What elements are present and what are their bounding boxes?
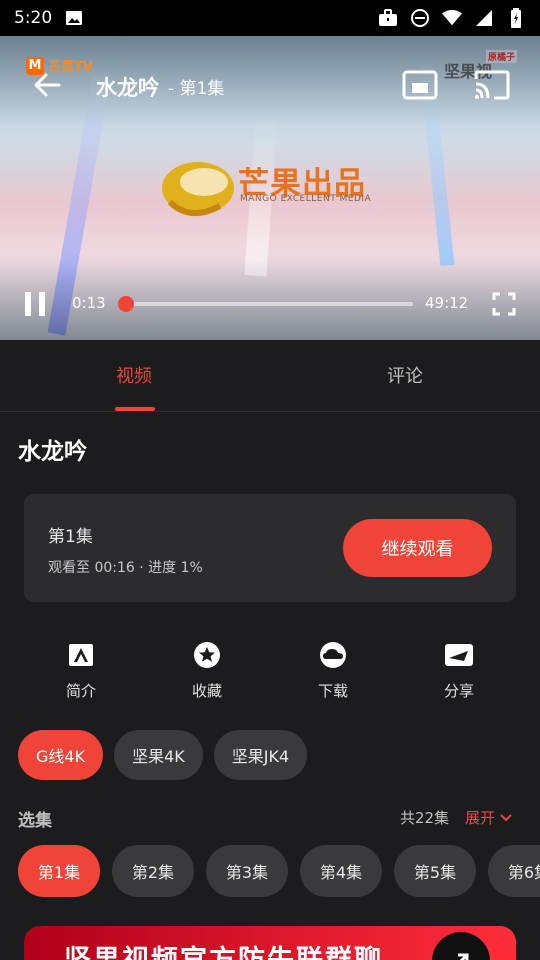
- star-icon: [192, 640, 222, 670]
- fullscreen-button[interactable]: [492, 292, 516, 316]
- video-episode: - 第1集: [168, 79, 225, 99]
- source-chip-g4k[interactable]: G线4K: [18, 730, 104, 780]
- arrow-left-icon: [34, 73, 61, 97]
- picture-in-picture-icon: [402, 70, 438, 100]
- tab-video[interactable]: 视频: [116, 362, 152, 388]
- watch-progress-text: 观看至 00:16 · 进度 1%: [48, 560, 203, 576]
- image-icon: [64, 8, 84, 28]
- watermark-side-text: 原橘子: [486, 50, 518, 63]
- source-chips: G线4K 坚果4K 坚果JK4: [18, 730, 308, 780]
- fullscreen-icon: [492, 292, 516, 316]
- group-chat-banner[interactable]: 坚果视频官方防失联群聊: [24, 926, 516, 960]
- episode-list: 第1集 第2集 第3集 第4集 第5集 第6集: [18, 845, 540, 897]
- episode-chip[interactable]: 第5集: [394, 845, 476, 897]
- wifi-icon: [442, 8, 462, 28]
- total-time: 49:12: [425, 294, 469, 312]
- status-time: 5:20: [14, 8, 53, 28]
- cast-icon: [474, 70, 510, 100]
- episode-chip[interactable]: 第3集: [206, 845, 288, 897]
- video-player[interactable]: M 芒果TV 坚果视 原橘子 水龙吟 - 第1集 芒果出品 MANGO EXCE…: [0, 36, 540, 340]
- tab-active-indicator: [115, 407, 155, 411]
- share-button[interactable]: 分享: [419, 640, 499, 701]
- center-logo-en: MANGO EXCELLENT MEDIA: [240, 194, 372, 204]
- source-chip-jgjk4[interactable]: 坚果JK4: [213, 730, 308, 780]
- expand-episodes-button[interactable]: 展开: [465, 807, 513, 828]
- download-button[interactable]: 下载: [293, 640, 373, 701]
- briefcase-icon: [378, 8, 398, 28]
- show-title: 水龙吟: [18, 439, 87, 465]
- intro-label: 简介: [65, 682, 96, 700]
- tab-comments[interactable]: 评论: [387, 362, 423, 388]
- episode-chip[interactable]: 第1集: [18, 845, 100, 897]
- episode-chip[interactable]: 第4集: [300, 845, 382, 897]
- download-icon: [318, 640, 348, 670]
- share-label: 分享: [443, 682, 474, 700]
- current-time: 0:13: [72, 294, 106, 312]
- video-title: 水龙吟: [96, 76, 159, 100]
- center-brand-logo: 芒果出品 MANGO EXCELLENT MEDIA: [160, 152, 380, 232]
- detail-tabs: 视频 评论: [0, 340, 540, 412]
- banner-go-button[interactable]: [432, 932, 490, 960]
- signal-icon: [474, 8, 494, 28]
- arrow-right-icon: [458, 953, 469, 960]
- expand-label: 展开: [465, 809, 496, 827]
- progress-bar[interactable]: [118, 296, 413, 312]
- cast-button[interactable]: [474, 70, 510, 100]
- back-button[interactable]: [30, 68, 64, 102]
- continue-watching-button[interactable]: 继续观看: [343, 519, 492, 577]
- source-chip-jg4k[interactable]: 坚果4K: [114, 730, 203, 780]
- battery-icon: [506, 8, 526, 28]
- mango-swirl-icon: [162, 162, 234, 216]
- episodes-header: 选集 共22集 展开: [18, 806, 522, 831]
- favorite-button[interactable]: 收藏: [167, 640, 247, 701]
- chevron-down-icon: [500, 813, 512, 821]
- last-watched-episode: 第1集: [48, 527, 93, 547]
- action-row: 简介 收藏 下载 分享: [0, 640, 540, 710]
- info-icon: [66, 640, 96, 670]
- share-icon: [444, 640, 474, 670]
- continue-watching-card: 第1集 观看至 00:16 · 进度 1% 继续观看: [24, 494, 516, 602]
- dnd-icon: [410, 8, 430, 28]
- pip-button[interactable]: [402, 70, 438, 100]
- download-label: 下载: [317, 682, 348, 700]
- episodes-count: 共22集: [400, 809, 450, 827]
- episode-chip[interactable]: 第6集: [488, 845, 540, 897]
- intro-button[interactable]: 简介: [41, 640, 121, 701]
- status-bar: 5:20: [0, 0, 540, 36]
- episode-chip[interactable]: 第2集: [112, 845, 194, 897]
- pause-icon: [25, 292, 45, 316]
- pause-button[interactable]: [22, 290, 48, 318]
- banner-text: 坚果视频官方防失联群聊: [64, 938, 383, 960]
- favorite-label: 收藏: [191, 682, 222, 700]
- episodes-label: 选集: [18, 811, 52, 831]
